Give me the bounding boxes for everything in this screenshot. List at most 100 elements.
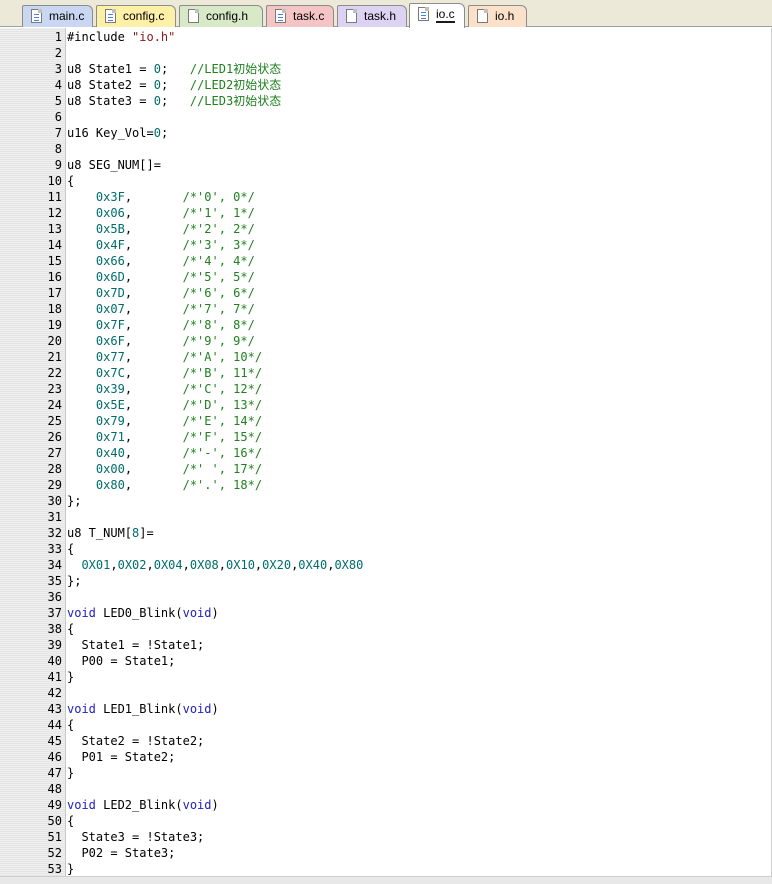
code-line[interactable]: 13 0x5B, /*'2', 2*/: [0, 221, 772, 237]
code-text[interactable]: State3 = !State3;: [67, 829, 204, 845]
code-text[interactable]: 0x06, /*'1', 1*/: [67, 205, 255, 221]
code-text[interactable]: u8 T_NUM[8]=: [67, 525, 154, 541]
code-line[interactable]: 21 0x77, /*'A', 10*/: [0, 349, 772, 365]
code-text[interactable]: 0x07, /*'7', 7*/: [67, 301, 255, 317]
code-line[interactable]: 18 0x07, /*'7', 7*/: [0, 301, 772, 317]
code-line[interactable]: 19 0x7F, /*'8', 8*/: [0, 317, 772, 333]
code-line[interactable]: 22 0x7C, /*'B', 11*/: [0, 365, 772, 381]
code-line[interactable]: 8: [0, 141, 772, 157]
code-text[interactable]: void LED2_Blink(void): [67, 797, 219, 813]
code-text[interactable]: {: [67, 541, 74, 557]
tab-task-c[interactable]: task.c: [266, 5, 334, 27]
code-text[interactable]: P02 = State3;: [67, 845, 175, 861]
code-line[interactable]: 4 u8 State2 = 0; //LED2初始状态: [0, 77, 772, 93]
code-line[interactable]: 26 0x71, /*'F', 15*/: [0, 429, 772, 445]
code-text[interactable]: 0x66, /*'4', 4*/: [67, 253, 255, 269]
code-line[interactable]: 30};: [0, 493, 772, 509]
code-line[interactable]: 29 0x80, /*'.', 18*/: [0, 477, 772, 493]
code-text[interactable]: 0x40, /*'-', 16*/: [67, 445, 262, 461]
code-line[interactable]: 38 {: [0, 621, 772, 637]
code-line[interactable]: 11 0x3F, /*'0', 0*/: [0, 189, 772, 205]
code-line[interactable]: 17 0x7D, /*'6', 6*/: [0, 285, 772, 301]
code-text[interactable]: u8 State3 = 0; //LED3初始状态: [67, 93, 281, 109]
code-text[interactable]: 0x39, /*'C', 12*/: [67, 381, 262, 397]
code-text[interactable]: 0x71, /*'F', 15*/: [67, 429, 262, 445]
code-text[interactable]: u8 SEG_NUM[]=: [67, 157, 161, 173]
code-line[interactable]: 9 u8 SEG_NUM[]=: [0, 157, 772, 173]
code-line[interactable]: 36: [0, 589, 772, 605]
code-text[interactable]: 0x6F, /*'9', 9*/: [67, 333, 255, 349]
tab-task-h[interactable]: task.h: [337, 5, 407, 27]
code-line[interactable]: 2: [0, 45, 772, 61]
code-text[interactable]: 0x77, /*'A', 10*/: [67, 349, 262, 365]
code-text[interactable]: 0x7C, /*'B', 11*/: [67, 365, 262, 381]
code-text[interactable]: };: [67, 493, 81, 509]
code-line[interactable]: 7 u16 Key_Vol=0;: [0, 125, 772, 141]
code-text[interactable]: P00 = State1;: [67, 653, 175, 669]
code-line[interactable]: 47}: [0, 765, 772, 781]
code-line[interactable]: 31: [0, 509, 772, 525]
code-text[interactable]: State2 = !State2;: [67, 733, 204, 749]
code-text[interactable]: 0x5E, /*'D', 13*/: [67, 397, 262, 413]
tab-io-h[interactable]: io.h: [468, 5, 527, 27]
code-line[interactable]: 28 0x00, /*' ', 17*/: [0, 461, 772, 477]
code-text[interactable]: State1 = !State1;: [67, 637, 204, 653]
code-line[interactable]: 35};: [0, 573, 772, 589]
code-text[interactable]: P01 = State2;: [67, 749, 175, 765]
tab-config-h[interactable]: config.h: [179, 5, 263, 27]
code-text[interactable]: {: [67, 173, 74, 189]
code-text[interactable]: u8 State2 = 0; //LED2初始状态: [67, 77, 281, 93]
code-text[interactable]: void LED1_Blink(void): [67, 701, 219, 717]
code-line[interactable]: 42: [0, 685, 772, 701]
code-line[interactable]: 37 void LED0_Blink(void): [0, 605, 772, 621]
code-text[interactable]: 0x80, /*'.', 18*/: [67, 477, 262, 493]
code-text[interactable]: {: [67, 621, 74, 637]
code-line[interactable]: 40 P00 = State1;: [0, 653, 772, 669]
code-line[interactable]: 45 State2 = !State2;: [0, 733, 772, 749]
code-line[interactable]: 44 {: [0, 717, 772, 733]
code-line[interactable]: 25 0x79, /*'E', 14*/: [0, 413, 772, 429]
code-line[interactable]: 49 void LED2_Blink(void): [0, 797, 772, 813]
code-text[interactable]: 0x3F, /*'0', 0*/: [67, 189, 255, 205]
code-text[interactable]: u16 Key_Vol=0;: [67, 125, 168, 141]
code-line[interactable]: 53}: [0, 861, 772, 876]
code-text[interactable]: #include "io.h": [67, 29, 175, 45]
code-text[interactable]: void LED0_Blink(void): [67, 605, 219, 621]
code-line[interactable]: 12 0x06, /*'1', 1*/: [0, 205, 772, 221]
code-text[interactable]: 0x4F, /*'3', 3*/: [67, 237, 255, 253]
code-line[interactable]: 43 void LED1_Blink(void): [0, 701, 772, 717]
code-text[interactable]: };: [67, 573, 81, 589]
code-text[interactable]: {: [67, 717, 74, 733]
code-line[interactable]: 33 {: [0, 541, 772, 557]
code-text[interactable]: 0x00, /*' ', 17*/: [67, 461, 262, 477]
code-line[interactable]: 14 0x4F, /*'3', 3*/: [0, 237, 772, 253]
code-line[interactable]: 32 u8 T_NUM[8]=: [0, 525, 772, 541]
code-text[interactable]: 0x7F, /*'8', 8*/: [67, 317, 255, 333]
code-lines[interactable]: 1 #include "io.h" 2 3 u8 State1 = 0; //LED1初…: [0, 29, 772, 876]
code-line[interactable]: 5 u8 State3 = 0; //LED3初始状态: [0, 93, 772, 109]
code-line[interactable]: 16 0x6D, /*'5', 5*/: [0, 269, 772, 285]
code-text[interactable]: 0X01,0X02,0X04,0X08,0X10,0X20,0X40,0X80: [67, 557, 363, 573]
code-text[interactable]: }: [67, 861, 74, 876]
tab-io-c[interactable]: io.c: [409, 3, 465, 28]
tab-config-c[interactable]: config.c: [96, 5, 176, 27]
code-editor[interactable]: 1 #include "io.h" 2 3 u8 State1 = 0; //LED1初…: [0, 28, 772, 876]
code-line[interactable]: 50 {: [0, 813, 772, 829]
code-line[interactable]: 27 0x40, /*'-', 16*/: [0, 445, 772, 461]
code-line[interactable]: 51 State3 = !State3;: [0, 829, 772, 845]
code-line[interactable]: 20 0x6F, /*'9', 9*/: [0, 333, 772, 349]
code-line[interactable]: 23 0x39, /*'C', 12*/: [0, 381, 772, 397]
code-line[interactable]: 10 {: [0, 173, 772, 189]
code-line[interactable]: 6: [0, 109, 772, 125]
code-line[interactable]: 15 0x66, /*'4', 4*/: [0, 253, 772, 269]
code-line[interactable]: 48: [0, 781, 772, 797]
code-line[interactable]: 1 #include "io.h": [0, 29, 772, 45]
code-text[interactable]: 0x5B, /*'2', 2*/: [67, 221, 255, 237]
tab-main-c[interactable]: main.c: [22, 5, 93, 27]
code-text[interactable]: {: [67, 813, 74, 829]
code-line[interactable]: 24 0x5E, /*'D', 13*/: [0, 397, 772, 413]
code-text[interactable]: 0x7D, /*'6', 6*/: [67, 285, 255, 301]
code-line[interactable]: 41}: [0, 669, 772, 685]
code-line[interactable]: 34 0X01,0X02,0X04,0X08,0X10,0X20,0X40,0X…: [0, 557, 772, 573]
code-line[interactable]: 3 u8 State1 = 0; //LED1初始状态: [0, 61, 772, 77]
